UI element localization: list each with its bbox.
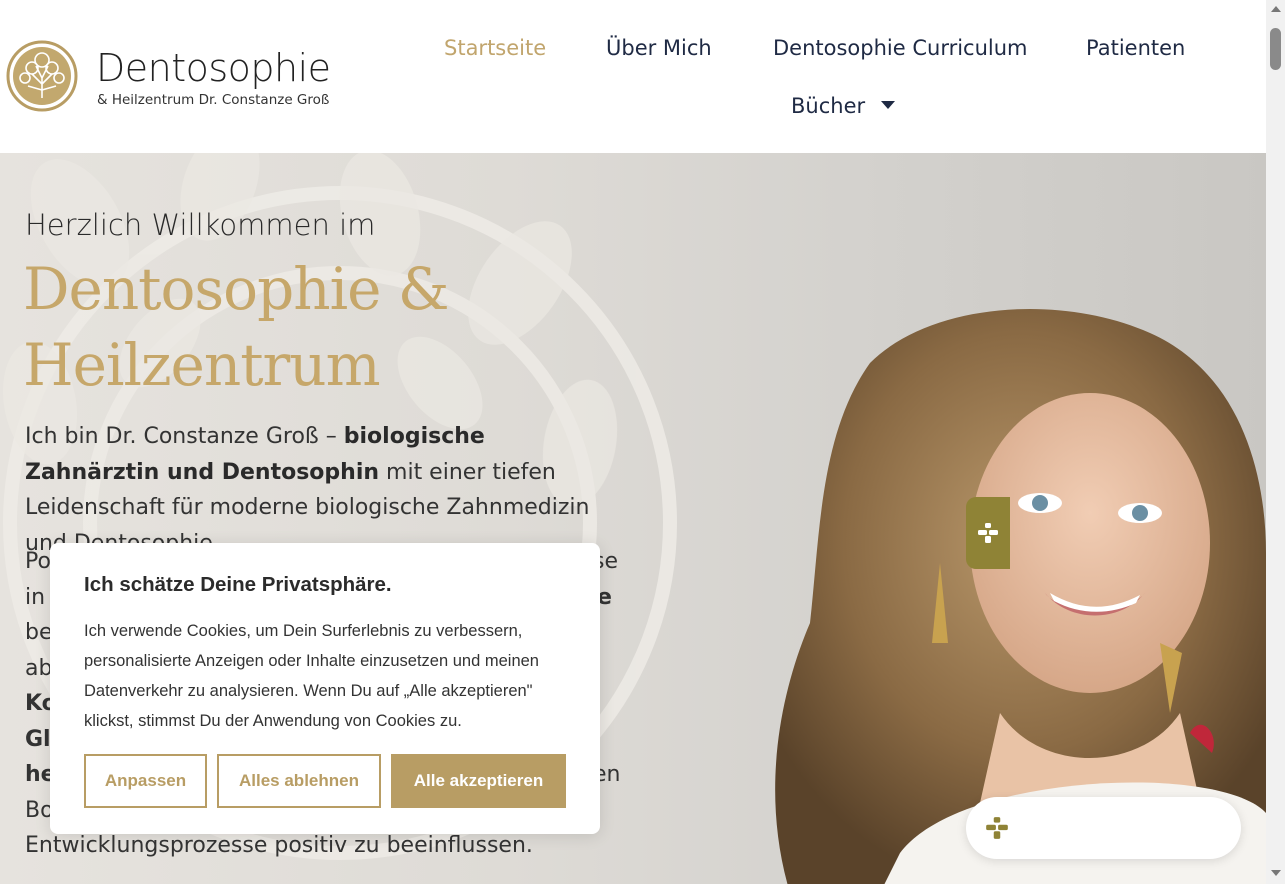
accessibility-widget-button[interactable] bbox=[966, 797, 1241, 859]
cookie-title: Ich schätze Deine Privatsphäre. bbox=[84, 573, 392, 596]
accessibility-icon bbox=[978, 523, 998, 543]
cookie-consent-dialog: Ich schätze Deine Privatsphäre. Ich verw… bbox=[50, 543, 600, 834]
hero-title: Dentosophie & Heilzentrum bbox=[23, 251, 450, 403]
chevron-down-icon bbox=[881, 101, 896, 109]
hero-intro: Ich bin Dr. Constanze Groß – biologische… bbox=[25, 419, 625, 561]
brand-name[interactable]: Dentosophie bbox=[96, 46, 331, 90]
para-line: ab bbox=[25, 655, 53, 681]
reject-all-button[interactable]: Alles ablehnen bbox=[217, 754, 381, 808]
para-line: Gl bbox=[25, 726, 51, 752]
nav-item-ueber-mich[interactable]: Über Mich bbox=[606, 36, 712, 60]
intro-text-1: Ich bin Dr. Constanze Groß – bbox=[25, 424, 344, 449]
customize-button[interactable]: Anpassen bbox=[84, 754, 207, 808]
hero-kicker: Herzlich Willkommen im bbox=[25, 208, 376, 242]
brand-subtitle: & Heilzentrum Dr. Constanze Groß bbox=[97, 92, 330, 108]
accessibility-icon bbox=[986, 817, 1008, 839]
nav-item-buecher-label: Bücher bbox=[791, 94, 866, 118]
scroll-down-arrow-icon[interactable] bbox=[1271, 870, 1281, 876]
page-scrollbar[interactable] bbox=[1266, 0, 1285, 884]
scroll-up-arrow-icon[interactable] bbox=[1271, 6, 1281, 12]
scroll-thumb[interactable] bbox=[1270, 28, 1281, 70]
portrait-photo bbox=[775, 309, 1266, 884]
accept-all-button[interactable]: Alle akzeptieren bbox=[391, 754, 566, 808]
nav-item-curriculum[interactable]: Dentosophie Curriculum bbox=[773, 36, 1028, 60]
para-line: Po bbox=[25, 549, 51, 574]
nav-item-patienten[interactable]: Patienten bbox=[1086, 36, 1185, 60]
para-line: in bbox=[25, 584, 46, 610]
site-header: Dentosophie & Heilzentrum Dr. Constanze … bbox=[0, 0, 1266, 153]
nav-item-startseite[interactable]: Startseite bbox=[444, 36, 546, 60]
hero-title-line1: Dentosophie & bbox=[23, 255, 450, 323]
cookie-text: Ich verwende Cookies, um Dein Surferlebn… bbox=[84, 622, 539, 730]
accessibility-tab[interactable] bbox=[966, 497, 1010, 569]
para-line: be bbox=[25, 620, 53, 645]
hero-title-line2: Heilzentrum bbox=[23, 331, 381, 399]
nav-item-buecher[interactable]: Bücher bbox=[791, 94, 896, 118]
tree-logo-icon[interactable] bbox=[6, 40, 78, 112]
